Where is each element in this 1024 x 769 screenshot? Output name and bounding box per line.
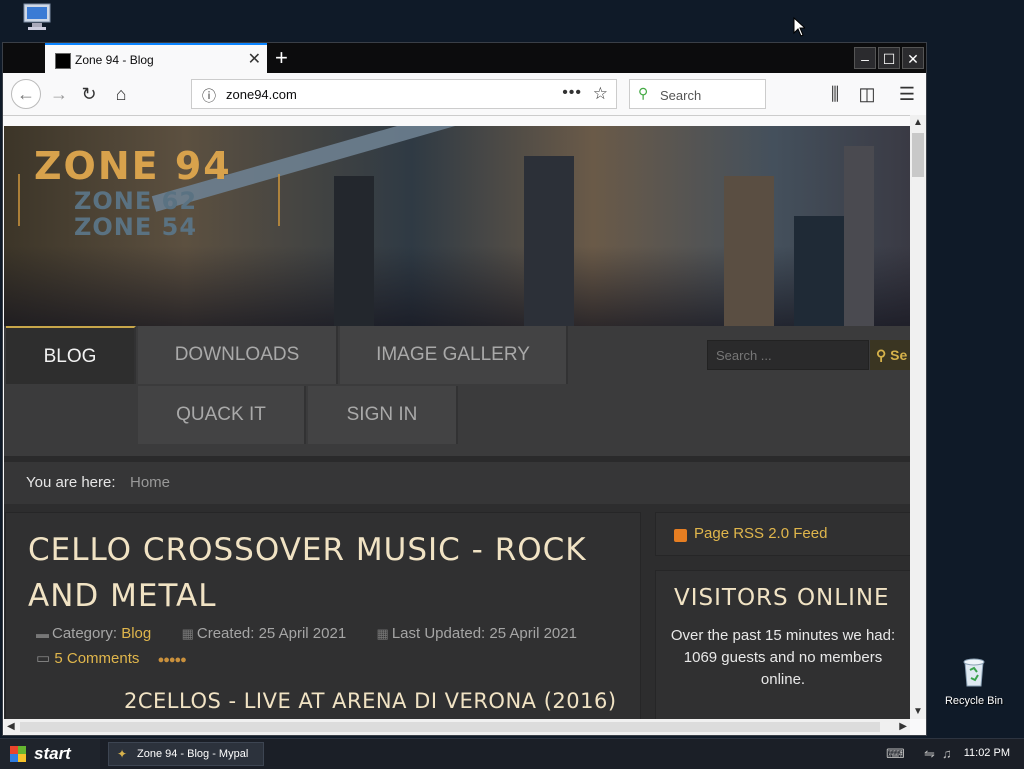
system-tray: ⌨ ⇋ ♫ 11:02 PM [886,739,1024,769]
site-search-placeholder: Search ... [716,348,772,363]
windows-logo-icon [10,746,26,762]
breadcrumb-label: You are here: [26,474,116,491]
rss-panel: Page RSS 2.0 Feed [655,512,910,556]
page-actions-icon[interactable]: ••• [562,84,582,102]
category-label: Category: [52,625,118,642]
url-bar[interactable]: ⓘ zone94.com ••• ☆ [191,79,617,109]
breadcrumb-home: Home [130,474,171,491]
site-logo[interactable]: ZONE 94 [34,144,232,188]
comments-icon: ▭ [36,650,51,667]
article-title[interactable]: CELLO CROSSOVER MUSIC - ROCK AND METAL [28,527,588,619]
site-logo-sub: ZONE 62 ZONE 54 [74,188,197,240]
scroll-right-icon[interactable]: ▶ [899,721,907,732]
maximize-icon[interactable]: ☐ [878,47,900,69]
new-tab-icon[interactable]: + [275,45,288,71]
article-meta: ▬ Category: Blog ▦ Created: 25 April 2021 … [36,625,577,642]
scroll-up-icon[interactable]: ▲ [913,117,923,128]
site-search-button-label: Se [890,347,908,363]
site-banner[interactable]: ZONE 94 ZONE 62 ZONE 54 [4,126,910,326]
tab-title: Zone 94 - Blog [75,53,154,67]
visitors-text: Over the past 15 minutes we had: 1069 gu… [668,625,898,691]
library-icon[interactable]: ⫼ [823,82,847,106]
category-link[interactable]: Blog [121,625,151,642]
tab-strip: Zone 94 - Blog ✕ + – ☐ ✕ [3,43,926,73]
start-button[interactable]: start [0,739,100,769]
web-page: ZONE 94 ZONE 62 ZONE 54 BLOG DOWNLOADS I… [4,126,910,719]
rating-stars[interactable]: ●●●●● [158,654,187,666]
search-bar[interactable]: ⚲ Search [629,79,766,109]
sidebar-icon[interactable]: ◫ [855,82,879,106]
search-icon: ⚲ [876,347,887,363]
taskbar: start ✦ Zone 94 - Blog - Mypal ⌨ ⇋ ♫ 11:… [0,738,1024,769]
visitors-period: Over the past 15 minutes we had: [670,627,896,644]
updated-date: Last Updated: 25 April 2021 [391,625,577,642]
volume-icon[interactable]: ♫ [942,746,952,761]
site-favicon-icon [55,53,71,69]
url-text[interactable]: zone94.com [226,87,297,102]
tab-close-icon[interactable]: ✕ [248,49,261,69]
bookmark-star-icon[interactable]: ☆ [593,84,608,104]
article-meta-2: ▭ 5 Comments ●●●●● [36,649,187,667]
keyboard-icon[interactable]: ⌨ [886,746,905,762]
comments-link[interactable]: 5 Comments [54,650,139,667]
taskbar-item-browser[interactable]: ✦ Zone 94 - Blog - Mypal [108,742,264,766]
horizontal-scrollbar[interactable]: ◀ ▶ [4,719,910,735]
menu-item-blog[interactable]: BLOG [6,326,136,384]
menu-item-quack-it[interactable]: QUACK IT [138,386,306,444]
visitors-title: VISITORS ONLINE [674,585,890,611]
browser-window: Zone 94 - Blog ✕ + – ☐ ✕ ← → ↻ ⌂ ⓘ zone9… [2,42,927,736]
main-menu: BLOG DOWNLOADS IMAGE GALLERY QUACK IT SI… [4,326,910,456]
browser-app-icon: ✦ [117,747,128,761]
menu-item-image-gallery[interactable]: IMAGE GALLERY [340,326,568,384]
rss-icon [674,529,687,542]
reload-icon[interactable]: ↻ [77,82,101,106]
site-search-button[interactable]: ⚲ Se [870,340,910,370]
navigation-toolbar: ← → ↻ ⌂ ⓘ zone94.com ••• ☆ ⚲ Search ⫼ ◫ … [3,73,926,116]
network-icon[interactable]: ⇋ [924,746,935,762]
search-placeholder: Search [660,88,702,103]
calendar-updated-icon: ▦ [376,626,389,641]
home-icon[interactable]: ⌂ [109,82,133,106]
horizontal-scroll-thumb[interactable] [20,722,880,732]
logo-sub-line-1: ZONE 62 [74,187,198,215]
clock[interactable]: 11:02 PM [964,747,1010,759]
created-date: Created: 25 April 2021 [196,625,347,642]
article-panel: CELLO CROSSOVER MUSIC - ROCK AND METAL ▬… [5,512,641,719]
vertical-scroll-thumb[interactable] [912,133,924,177]
visitors-panel: VISITORS ONLINE Over the past 15 minutes… [655,570,910,719]
taskbar-item-label: Zone 94 - Blog - Mypal [137,748,249,760]
search-engine-icon: ⚲ [638,85,649,101]
mouse-cursor-icon [793,16,807,42]
site-info-icon[interactable]: ⓘ [202,86,216,106]
folder-icon: ▬ [36,626,49,641]
close-window-icon[interactable]: ✕ [902,47,924,69]
scroll-down-icon[interactable]: ▼ [913,706,923,717]
menu-item-downloads[interactable]: DOWNLOADS [138,326,338,384]
start-label: start [34,744,71,763]
article-subtitle: 2CELLOS - LIVE AT ARENA DI VERONA (2016) [124,689,617,713]
tab-zone94[interactable]: Zone 94 - Blog ✕ [45,43,267,73]
menu-item-sign-in[interactable]: SIGN IN [308,386,458,444]
minimize-icon[interactable]: – [854,47,876,69]
recycle-bin-icon[interactable]: Recycle Bin [942,656,1006,707]
recycle-bin-label: Recycle Bin [944,695,1004,707]
forward-icon[interactable]: → [47,82,71,106]
my-computer-icon[interactable] [18,2,58,35]
logo-sub-line-2: ZONE 54 [74,213,198,241]
site-search-input[interactable]: Search ... [707,340,869,370]
breadcrumb: You are here: Home [4,456,910,504]
calendar-created-icon: ▦ [181,626,194,641]
vertical-scrollbar[interactable]: ▲ ▼ [910,115,926,719]
visitors-count: 1069 guests and no members online. [683,649,883,688]
rss-link[interactable]: Page RSS 2.0 Feed [694,525,827,542]
menu-icon[interactable]: ☰ [895,82,919,106]
back-icon[interactable]: ← [11,79,41,109]
scroll-left-icon[interactable]: ◀ [7,721,15,732]
